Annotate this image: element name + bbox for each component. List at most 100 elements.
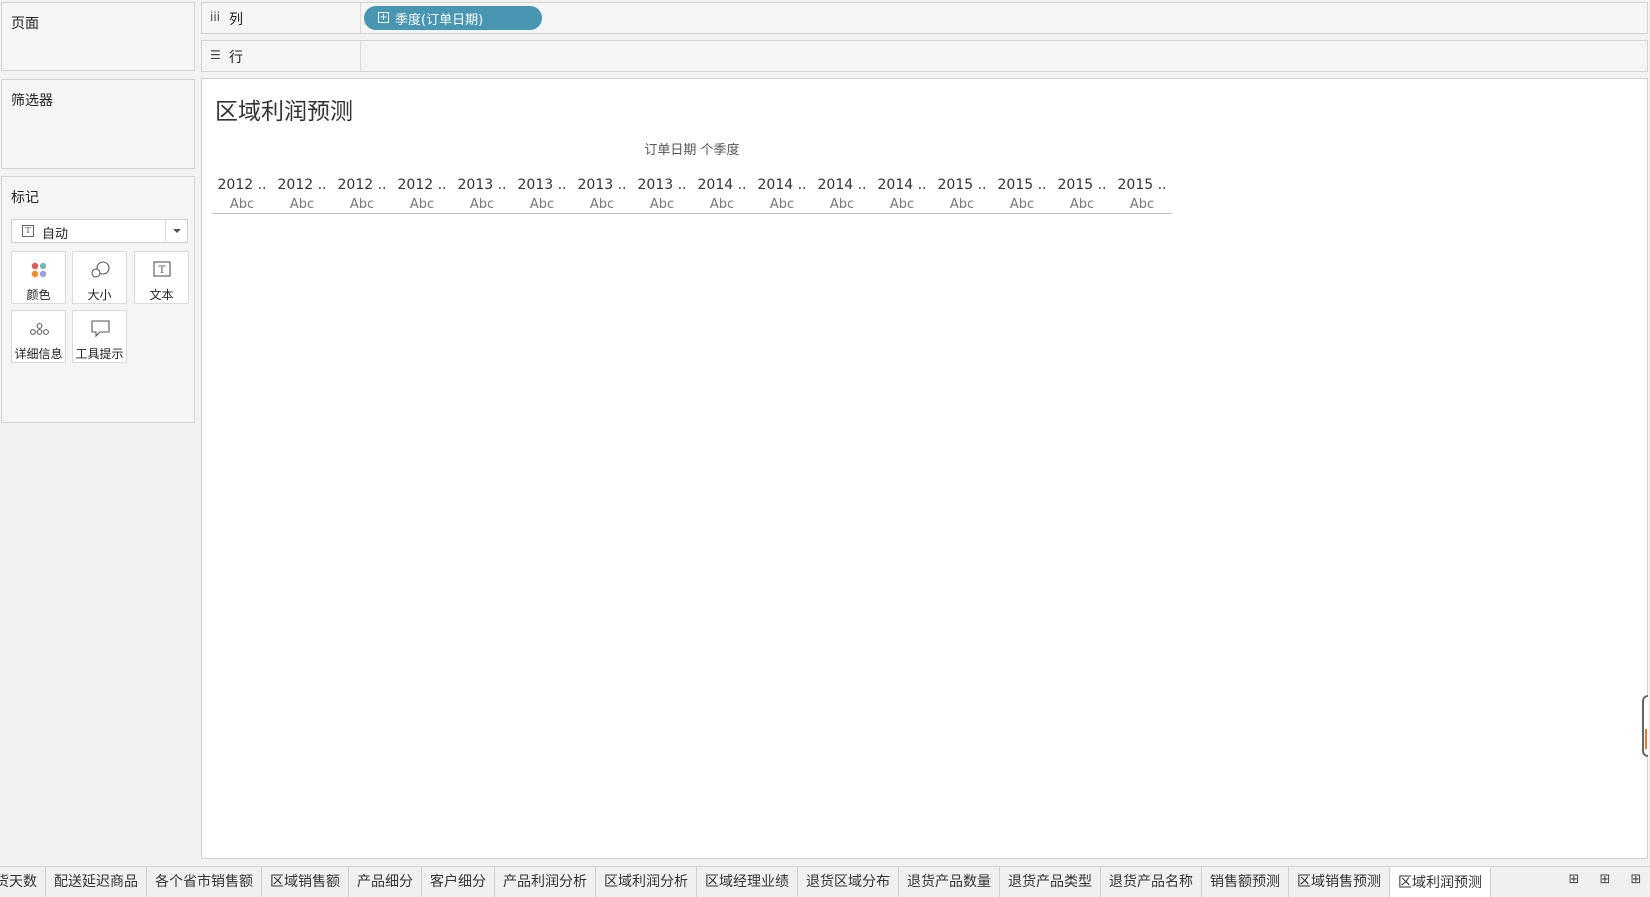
quarter-label[interactable]: 2015 .. <box>1112 177 1172 193</box>
quarter-label[interactable]: 2015 .. <box>1052 177 1112 193</box>
text-mark-cell[interactable]: Abc <box>212 197 272 212</box>
size-button-label: 大小 <box>87 288 112 302</box>
text-mark-cell[interactable]: Abc <box>812 197 872 212</box>
chevron-down-icon[interactable] <box>165 220 187 242</box>
text-mark-cell[interactable]: Abc <box>692 197 752 212</box>
column-header: 订单日期 个季度 <box>644 143 740 158</box>
size-button[interactable]: 大小 <box>72 251 127 304</box>
columns-shelf-label: 列 <box>229 12 243 28</box>
sheet-tab[interactable]: 产品细分 <box>349 867 422 897</box>
quarter-label[interactable]: 2012 .. <box>332 177 392 193</box>
sheet-tab[interactable]: 区域利润预测 <box>1390 867 1491 897</box>
text-mark-cell[interactable]: Abc <box>512 197 572 212</box>
quarter-order-date-pill[interactable]: + 季度(订单日期) <box>364 6 542 30</box>
sheet-tab[interactable]: 退货区域分布 <box>798 867 899 897</box>
columns-shelf[interactable]: iii 列 + 季度(订单日期) <box>201 2 1648 34</box>
sheet-tab[interactable]: 货天数 <box>0 867 46 897</box>
quarter-label[interactable]: 2012 .. <box>392 177 452 193</box>
mark-type-dropdown[interactable]: T 自动 <box>11 219 188 243</box>
text-button[interactable]: T 文本 <box>134 251 189 304</box>
sheet-tab[interactable]: 区域经理业绩 <box>697 867 798 897</box>
new-worksheet-icon[interactable]: ⊞ <box>1563 872 1585 892</box>
quarter-label[interactable]: 2012 .. <box>272 177 332 193</box>
quarter-label[interactable]: 2015 .. <box>992 177 1052 193</box>
text-mark-cell[interactable]: Abc <box>872 197 932 212</box>
text-mark-cell[interactable]: Abc <box>572 197 632 212</box>
quarter-column[interactable]: 2013 .. Abc <box>452 177 512 213</box>
sheet-tab[interactable]: 区域销售额 <box>262 867 349 897</box>
quarter-label[interactable]: 2013 .. <box>632 177 692 193</box>
text-mark-cell[interactable]: Abc <box>752 197 812 212</box>
detail-button-label: 详细信息 <box>14 347 63 361</box>
text-mark-icon: T <box>22 225 34 237</box>
quarter-column[interactable]: 2014 .. Abc <box>812 177 872 213</box>
text-mark-cell[interactable]: Abc <box>332 197 392 212</box>
quarter-column[interactable]: 2012 .. Abc <box>272 177 332 213</box>
rows-icon: ☰ <box>210 48 221 62</box>
quarter-column[interactable]: 2015 .. Abc <box>992 177 1052 213</box>
quarter-label[interactable]: 2014 .. <box>692 177 752 193</box>
color-button[interactable]: 颜色 <box>11 251 66 304</box>
quarter-label[interactable]: 2014 .. <box>872 177 932 193</box>
quarter-column[interactable]: 2013 .. Abc <box>632 177 692 213</box>
quarter-column[interactable]: 2014 .. Abc <box>692 177 752 213</box>
sheet-tab[interactable]: 客户细分 <box>422 867 495 897</box>
sheet-tab[interactable]: 退货产品数量 <box>899 867 1000 897</box>
sheet-tab[interactable]: 销售额预测 <box>1202 867 1289 897</box>
sheet-tab[interactable]: 退货产品名称 <box>1101 867 1202 897</box>
sheet-tab[interactable]: 退货产品类型 <box>1000 867 1101 897</box>
text-mark-cell[interactable]: Abc <box>272 197 332 212</box>
text-mark-cell[interactable]: Abc <box>1112 197 1172 212</box>
text-mark-cell[interactable]: Abc <box>632 197 692 212</box>
text-mark-cell[interactable]: Abc <box>992 197 1052 212</box>
columns-icon: iii <box>210 10 221 24</box>
new-dashboard-icon[interactable]: ⊞ <box>1594 872 1616 892</box>
quarter-column[interactable]: 2013 .. Abc <box>572 177 632 213</box>
marks-card: 标记 T 自动 颜色 大小 T 文本 详细信息 工具提示 <box>1 176 195 423</box>
quarter-label[interactable]: 2014 .. <box>752 177 812 193</box>
filters-card[interactable]: 筛选器 <box>1 79 195 169</box>
quarter-column[interactable]: 2014 .. Abc <box>872 177 932 213</box>
rows-shelf[interactable]: ☰ 行 <box>201 40 1648 72</box>
detail-button[interactable]: 详细信息 <box>11 310 66 363</box>
quarter-column[interactable]: 2013 .. Abc <box>512 177 572 213</box>
quarter-label[interactable]: 2013 .. <box>512 177 572 193</box>
sheet-tab[interactable]: 配送延迟商品 <box>46 867 147 897</box>
scroll-handle[interactable] <box>1642 695 1648 757</box>
size-circles-icon <box>91 261 110 278</box>
text-mark-cell[interactable]: Abc <box>932 197 992 212</box>
quarter-column[interactable]: 2015 .. Abc <box>1112 177 1172 213</box>
text-mark-cell[interactable]: Abc <box>452 197 512 212</box>
quarter-label[interactable]: 2014 .. <box>812 177 872 193</box>
expand-plus-icon[interactable]: + <box>378 12 389 23</box>
text-mark-cell[interactable]: Abc <box>392 197 452 212</box>
sheet-tab[interactable]: 区域利润分析 <box>596 867 697 897</box>
tooltip-bubble-icon <box>91 320 110 338</box>
quarter-label[interactable]: 2015 .. <box>932 177 992 193</box>
quarter-headers: 2012 .. Abc 2012 .. Abc 2012 .. Abc 2012 .. Abc… <box>212 177 1172 214</box>
text-button-label: 文本 <box>149 288 174 302</box>
sheet-tab-bar: 货天数 配送延迟商品 各个省市销售额 区域销售额 产品细分 客户细分 产品利润分析 区域利润分… <box>0 866 1650 897</box>
quarter-column[interactable]: 2012 .. Abc <box>212 177 272 213</box>
viz-view[interactable]: 区域利润预测 订单日期 个季度 2012 .. Abc 2012 .. Abc 2012… <box>201 78 1648 859</box>
sheet-tab[interactable]: 区域销售预测 <box>1289 867 1390 897</box>
pill-label: 季度(订单日期) <box>395 13 484 28</box>
quarter-label[interactable]: 2012 .. <box>212 177 272 193</box>
sheet-tab[interactable]: 产品利润分析 <box>495 867 596 897</box>
quarter-label[interactable]: 2013 .. <box>572 177 632 193</box>
svg-text:T: T <box>159 265 166 276</box>
quarter-column[interactable]: 2012 .. Abc <box>332 177 392 213</box>
tooltip-button[interactable]: 工具提示 <box>72 310 127 363</box>
quarter-column[interactable]: 2012 .. Abc <box>392 177 452 213</box>
quarter-column[interactable]: 2015 .. Abc <box>932 177 992 213</box>
new-story-icon[interactable]: ⊞ <box>1625 872 1647 892</box>
text-box-icon: T <box>153 261 171 277</box>
quarter-column[interactable]: 2014 .. Abc <box>752 177 812 213</box>
columns-shelf-header: iii 列 <box>202 3 361 33</box>
sheet-tab[interactable]: 各个省市销售额 <box>147 867 262 897</box>
color-button-label: 颜色 <box>26 288 51 302</box>
quarter-column[interactable]: 2015 .. Abc <box>1052 177 1112 213</box>
quarter-label[interactable]: 2013 .. <box>452 177 512 193</box>
pages-card[interactable]: 页面 <box>1 2 195 71</box>
text-mark-cell[interactable]: Abc <box>1052 197 1112 212</box>
